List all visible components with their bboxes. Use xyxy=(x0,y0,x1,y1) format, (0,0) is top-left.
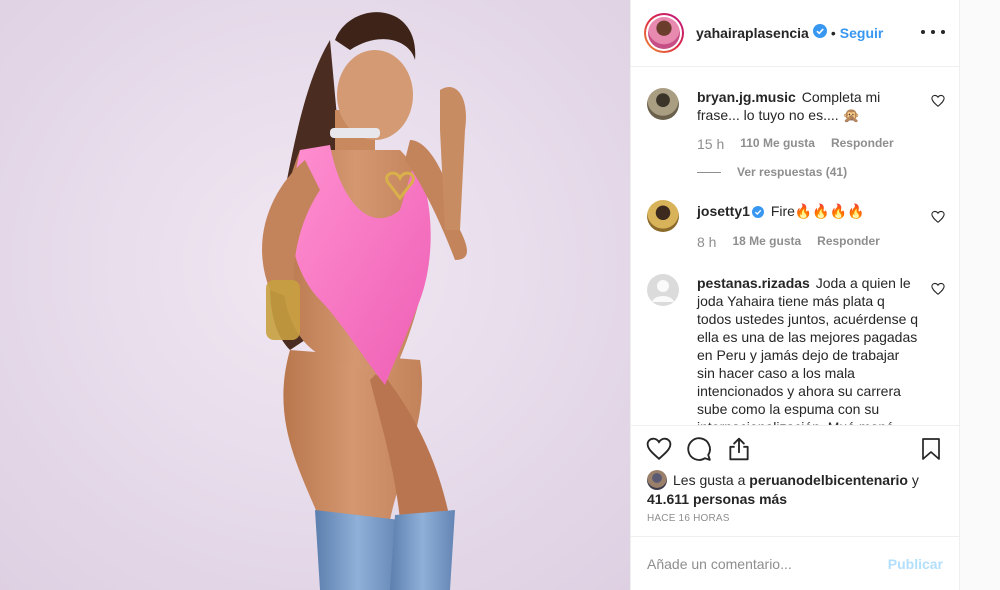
comment-item: josetty1 Fire🔥🔥🔥🔥 8 h 18 Me gusta Respon… xyxy=(647,200,945,250)
comment-icon xyxy=(687,436,711,461)
post-time[interactable]: Hace 16 horas xyxy=(647,513,730,524)
comment-text-block: bryan.jg.music Completa mi frase... lo t… xyxy=(697,88,919,124)
page-background-edge xyxy=(960,0,1000,590)
like-button[interactable] xyxy=(645,435,673,463)
comment-meta: 8 h 18 Me gusta Responder xyxy=(697,234,945,250)
comment-like-heart-icon[interactable] xyxy=(931,282,945,296)
reply-button[interactable]: Responder xyxy=(817,234,880,250)
liker-avatar[interactable] xyxy=(647,470,667,490)
comment-item: bryan.jg.music Completa mi frase... lo t… xyxy=(647,88,945,179)
save-button[interactable] xyxy=(917,435,945,463)
comment-likes[interactable]: 18 Me gusta xyxy=(732,234,801,250)
commenter-avatar[interactable] xyxy=(647,88,679,120)
commenter-username[interactable]: josetty1 xyxy=(697,203,750,219)
commenter-username[interactable]: bryan.jg.music xyxy=(697,89,796,105)
author-avatar[interactable] xyxy=(644,13,684,53)
comment-button[interactable] xyxy=(685,435,713,463)
verified-badge-icon xyxy=(751,204,764,222)
likes-connector: y xyxy=(911,472,919,488)
comment-time[interactable]: 8 h xyxy=(697,234,716,250)
share-button[interactable] xyxy=(725,435,753,463)
publish-button[interactable]: Publicar xyxy=(888,556,943,572)
post-header: yahairaplasencia • Seguir xyxy=(631,0,959,67)
heart-icon xyxy=(646,437,672,460)
likes-count[interactable]: 41.611 personas más xyxy=(647,491,787,507)
comment-like-heart-icon[interactable] xyxy=(931,210,945,224)
comments-list[interactable]: bryan.jg.music Completa mi frase... lo t… xyxy=(631,68,959,425)
view-replies-button[interactable]: Ver respuestas (41) xyxy=(697,165,945,179)
author-username[interactable]: yahairaplasencia xyxy=(696,25,809,41)
verified-badge-icon xyxy=(812,23,827,43)
post-image xyxy=(0,0,630,590)
likes-summary: Les gusta a peruanodelbicentenario y 41.… xyxy=(647,470,937,508)
view-replies-label: Ver respuestas (41) xyxy=(737,165,848,179)
comment-text: Joda a quien le joda Yahaira tiene más p… xyxy=(697,275,919,425)
commenter-avatar[interactable] xyxy=(647,200,679,232)
follow-button[interactable]: Seguir xyxy=(840,25,884,41)
replies-divider xyxy=(697,171,721,173)
bookmark-icon xyxy=(922,437,940,460)
comment-item: pestanas.rizadas Joda a quien le joda Ya… xyxy=(647,274,945,425)
add-comment-bar: Publicar xyxy=(631,536,959,590)
comment-text: Fire🔥🔥🔥🔥 xyxy=(770,203,865,219)
post-actions-bar xyxy=(631,425,959,471)
post-photo[interactable] xyxy=(0,0,630,590)
more-options-icon[interactable] xyxy=(921,22,945,42)
commenter-username[interactable]: pestanas.rizadas xyxy=(697,275,810,291)
comment-time[interactable]: 15 h xyxy=(697,136,724,152)
comment-meta: 15 h 110 Me gusta Responder xyxy=(697,136,945,152)
share-icon xyxy=(729,437,749,460)
comment-like-heart-icon[interactable] xyxy=(931,94,945,108)
comment-text-block: pestanas.rizadas Joda a quien le joda Ya… xyxy=(697,274,919,425)
comment-likes[interactable]: 110 Me gusta xyxy=(740,136,815,152)
comment-text-block: josetty1 Fire🔥🔥🔥🔥 xyxy=(697,200,919,222)
likes-prefix: Les gusta a xyxy=(673,472,746,488)
post-panel: yahairaplasencia • Seguir bryan.jg.music… xyxy=(630,0,960,590)
default-avatar-icon[interactable] xyxy=(647,274,679,306)
comment-input[interactable] xyxy=(647,555,888,572)
reply-button[interactable]: Responder xyxy=(831,136,894,152)
header-separator: • xyxy=(830,25,836,41)
liker-username[interactable]: peruanodelbicentenario xyxy=(749,472,908,488)
